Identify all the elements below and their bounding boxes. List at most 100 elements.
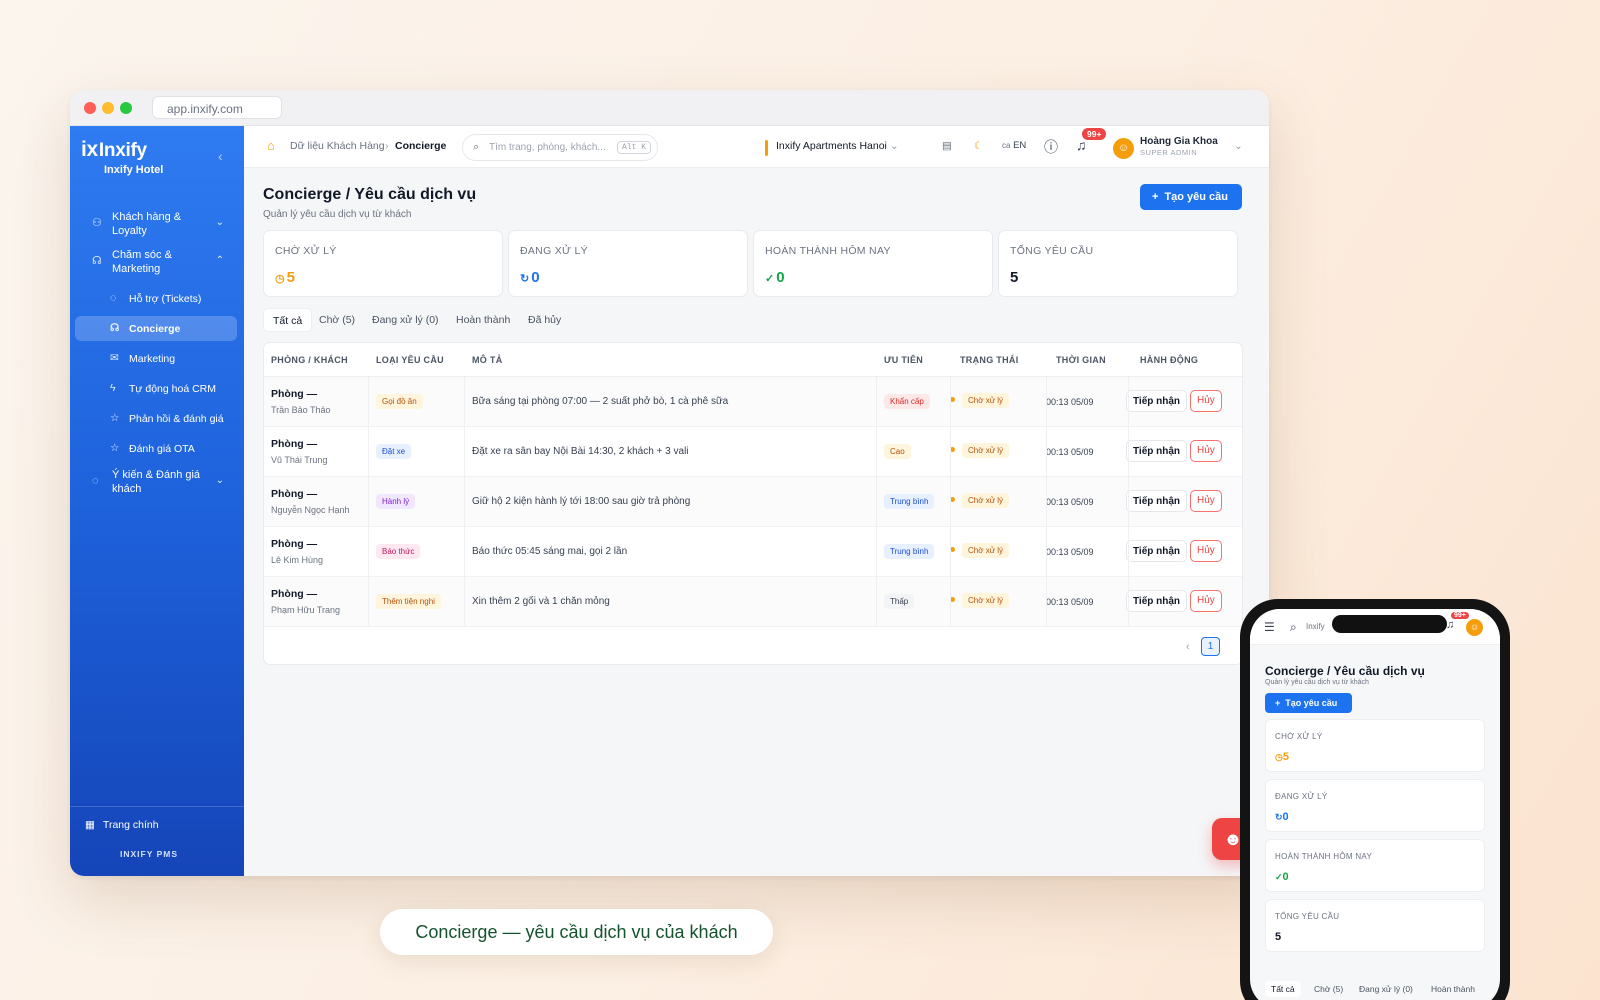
tab-all[interactable]: Tất cả bbox=[263, 308, 313, 332]
table-row[interactable]: Phòng — Trần Bảo Thảo Gọi đồ ăn Bữa sáng tạ… bbox=[264, 377, 1242, 427]
accept-button[interactable]: Tiếp nhận bbox=[1126, 540, 1188, 562]
home-link[interactable]: ▦ Trang chính bbox=[85, 819, 159, 831]
menu-icon[interactable]: ☰ bbox=[1264, 620, 1275, 634]
table-row[interactable]: Phòng — Vũ Thái Trung Đặt xe Đặt xe ra sân … bbox=[264, 427, 1242, 477]
accept-button[interactable]: Tiếp nhận bbox=[1126, 590, 1188, 612]
collapse-sidebar-icon[interactable]: ‹ bbox=[218, 148, 223, 164]
priority-badge: Thấp bbox=[884, 594, 915, 609]
sidebar-item-concierge[interactable]: ☊ Concierge bbox=[75, 316, 237, 341]
accept-button[interactable]: Tiếp nhận bbox=[1126, 390, 1188, 412]
room-label: Phòng — bbox=[271, 388, 318, 400]
create-request-button[interactable]: + Tạo yêu cầu bbox=[1140, 184, 1242, 210]
bell-icon[interactable]: ♫ bbox=[1446, 619, 1454, 631]
column-header[interactable]: LOẠI YÊU CẦU bbox=[376, 355, 444, 365]
status-badge: Chờ xử lý bbox=[962, 593, 1010, 608]
stat-number: 0 bbox=[776, 269, 785, 286]
nav-group-customers[interactable]: ⚇ Khách hàng & Loyalty ⌄ bbox=[80, 210, 232, 238]
tab-processing[interactable]: Đang xử lý (0) bbox=[363, 308, 448, 332]
sidebar: ixInxify Inxify Hotel ‹ ⚇ Khách hàng & L… bbox=[70, 126, 244, 876]
nav-group-guest-feedback[interactable]: ◌ Ý kiến & Đánh giá khách ⌄ bbox=[80, 468, 232, 496]
nav-group-label: Chăm sóc & Marketing bbox=[112, 249, 172, 275]
sidebar-item-marketing[interactable]: ✉ Marketing bbox=[75, 346, 237, 371]
moon-icon[interactable]: ☾ bbox=[974, 140, 983, 152]
accept-button[interactable]: Tiếp nhận bbox=[1126, 440, 1188, 462]
avatar[interactable]: ☺ bbox=[1466, 619, 1483, 636]
column-header[interactable]: MÔ TẢ bbox=[472, 355, 503, 365]
close-window-dot[interactable] bbox=[84, 102, 96, 114]
column-header[interactable]: THỜI GIAN bbox=[1056, 355, 1106, 365]
nav-group-care-marketing[interactable]: ☊ Chăm sóc & Marketing ⌃ bbox=[80, 248, 232, 276]
search-icon: ⌕ bbox=[473, 141, 480, 153]
tab-all[interactable]: Tất cả bbox=[1265, 981, 1301, 997]
tab-processing[interactable]: Đang xử lý (0) bbox=[1353, 981, 1419, 997]
phone-screen: ☰ ⌕ Inxify ⓘ ♫ 99+ ☺ Concierge / Yêu cầu… bbox=[1250, 609, 1500, 1000]
stat-label: HOÀN THÀNH HÔM NAY bbox=[765, 245, 891, 257]
room-label: Phòng — bbox=[271, 538, 318, 550]
mobile-search-text[interactable]: Inxify bbox=[1306, 622, 1325, 631]
user-name[interactable]: Hoàng Gia Khoa bbox=[1140, 136, 1218, 147]
help-icon[interactable]: ⓘ bbox=[1044, 137, 1058, 157]
maximize-window-dot[interactable] bbox=[120, 102, 132, 114]
pagination-prev-icon[interactable]: ‹ bbox=[1186, 641, 1190, 653]
list-icon[interactable]: ▤ bbox=[942, 140, 952, 152]
tab-pending[interactable]: Chờ (5) bbox=[310, 308, 364, 332]
column-header[interactable]: PHÒNG / KHÁCH bbox=[271, 355, 348, 365]
cancel-button[interactable]: Hủy bbox=[1190, 590, 1222, 612]
page-subtitle: Quản lý yêu cầu dịch vụ từ khách bbox=[263, 209, 412, 220]
pagination-page[interactable]: 1 bbox=[1201, 637, 1220, 656]
sidebar-item-tickets[interactable]: ◌ Hỗ trợ (Tickets) bbox=[75, 286, 237, 311]
page-title: Concierge / Yêu cầu dịch vụ bbox=[1265, 664, 1425, 678]
request-time: 00:13 05/09 bbox=[1046, 497, 1094, 507]
cancel-button[interactable]: Hủy bbox=[1190, 390, 1222, 412]
stat-label: ĐANG XỬ LÝ bbox=[1275, 792, 1328, 801]
sidebar-item-crm-automation[interactable]: ϟ Tự động hoá CRM bbox=[75, 376, 237, 401]
grid-icon: ▦ bbox=[85, 819, 95, 831]
tab-completed[interactable]: Hoàn thành bbox=[1425, 981, 1481, 997]
clock-icon: ◷ bbox=[1275, 752, 1283, 762]
avatar[interactable]: ☺ bbox=[1113, 138, 1134, 159]
column-header[interactable]: TRẠNG THÁI bbox=[960, 355, 1019, 365]
bolt-icon: ϟ bbox=[110, 382, 116, 394]
request-description: Bữa sáng tại phòng 07:00 — 2 suất phở bò… bbox=[472, 396, 729, 407]
language-switch[interactable]: ca EN bbox=[1002, 140, 1026, 151]
mail-icon: ✉ bbox=[110, 352, 119, 364]
stat-number: 5 bbox=[1282, 751, 1289, 763]
stat-number: 5 bbox=[286, 269, 295, 286]
table-row[interactable]: Phòng — Phạm Hữu Trang Thêm tiện nghi Xin t… bbox=[264, 577, 1242, 627]
check-circle-icon: ✓ bbox=[1275, 872, 1283, 882]
room-label: Phòng — bbox=[271, 488, 318, 500]
request-time: 00:13 05/09 bbox=[1046, 397, 1094, 407]
nav-group-label: Ý kiến & Đánh giá khách bbox=[112, 469, 201, 495]
column-header[interactable]: HÀNH ĐỘNG bbox=[1140, 355, 1198, 365]
search-input[interactable]: ⌕ Tìm trang, phòng, khách... Alt K bbox=[462, 134, 658, 161]
stat-value: ✓0 bbox=[765, 269, 785, 286]
table-row[interactable]: Phòng — Lê Kim Hùng Báo thức Báo thức 05:45… bbox=[264, 527, 1242, 577]
sidebar-item-ota-reviews[interactable]: ☆ Đánh giá OTA bbox=[75, 436, 237, 461]
refresh-icon: ↻ bbox=[1275, 812, 1283, 822]
stat-label: TỔNG YÊU CẦU bbox=[1010, 245, 1094, 257]
breadcrumb-parent[interactable]: Dữ liệu Khách Hàng bbox=[290, 140, 385, 152]
accept-button[interactable]: Tiếp nhận bbox=[1126, 490, 1188, 512]
brand-logo[interactable]: ixInxify bbox=[81, 138, 147, 162]
tab-cancelled[interactable]: Đã hủy bbox=[519, 308, 570, 332]
home-icon[interactable]: ⌂ bbox=[267, 138, 275, 153]
sidebar-item-label: Đánh giá OTA bbox=[129, 443, 195, 455]
guest-name: Trần Bảo Thảo bbox=[271, 405, 331, 415]
tab-completed[interactable]: Hoàn thành bbox=[447, 308, 519, 332]
address-bar[interactable]: app.inxify.com bbox=[152, 96, 282, 119]
table-row[interactable]: Phòng — Nguyễn Ngọc Hạnh Hành lý Giữ hộ 2 k… bbox=[264, 477, 1242, 527]
column-divider bbox=[1128, 377, 1129, 627]
column-header[interactable]: ƯU TIÊN bbox=[884, 355, 923, 365]
cancel-button[interactable]: Hủy bbox=[1190, 540, 1222, 562]
cancel-button[interactable]: Hủy bbox=[1190, 490, 1222, 512]
guest-name: Phạm Hữu Trang bbox=[271, 605, 341, 615]
tab-pending[interactable]: Chờ (5) bbox=[1308, 981, 1349, 997]
sidebar-item-feedback[interactable]: ☆ Phản hồi & đánh giá bbox=[75, 406, 237, 431]
property-selector[interactable]: Inxify Apartments Hanoi ⌄ bbox=[776, 140, 899, 152]
create-request-button[interactable]: + Tạo yêu cầu bbox=[1265, 693, 1352, 713]
cancel-button[interactable]: Hủy bbox=[1190, 440, 1222, 462]
chevron-down-icon: ⌄ bbox=[215, 217, 224, 228]
minimize-window-dot[interactable] bbox=[102, 102, 114, 114]
search-icon[interactable]: ⌕ bbox=[1290, 620, 1297, 635]
user-menu-chevron-icon[interactable]: ⌄ bbox=[1234, 140, 1243, 152]
